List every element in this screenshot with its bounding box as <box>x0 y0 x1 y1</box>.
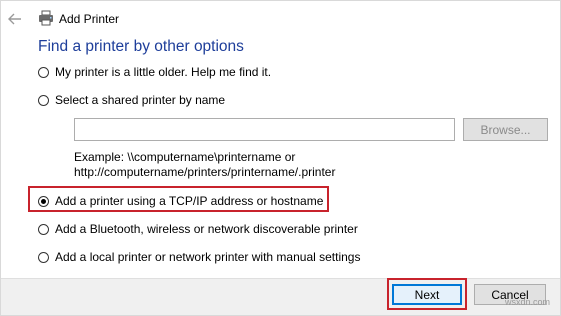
watermark: wsxdn.com <box>505 297 551 307</box>
radio-older-printer[interactable] <box>38 66 49 78</box>
shared-printer-name-input[interactable] <box>74 118 455 141</box>
radio-shared-printer[interactable] <box>38 94 49 106</box>
example-line-2: http://computername/printers/printername… <box>74 165 336 179</box>
next-button[interactable]: Next <box>392 284 462 305</box>
option-tcp-ip-label: Add a printer using a TCP/IP address or … <box>55 194 324 208</box>
option-shared-printer[interactable]: Select a shared printer by name <box>38 93 225 107</box>
option-local-manual[interactable]: Add a local printer or network printer w… <box>38 250 360 264</box>
browse-button[interactable]: Browse... <box>463 118 548 141</box>
option-bluetooth-wireless[interactable]: Add a Bluetooth, wireless or network dis… <box>38 222 358 236</box>
option-tcp-ip[interactable]: Add a printer using a TCP/IP address or … <box>38 194 323 208</box>
page-heading: Find a printer by other options <box>38 38 244 55</box>
radio-local-manual[interactable] <box>38 251 49 263</box>
option-bluetooth-wireless-label: Add a Bluetooth, wireless or network dis… <box>55 222 358 236</box>
option-older-printer[interactable]: My printer is a little older. Help me fi… <box>38 65 271 79</box>
example-text: Example: \\computername\printername or h… <box>74 150 335 180</box>
option-older-printer-label: My printer is a little older. Help me fi… <box>55 65 272 79</box>
option-local-manual-label: Add a local printer or network printer w… <box>55 250 361 264</box>
radio-bluetooth-wireless[interactable] <box>38 223 49 235</box>
printer-icon <box>39 10 53 26</box>
back-arrow-icon[interactable] <box>6 10 24 28</box>
option-shared-printer-label: Select a shared printer by name <box>55 93 226 107</box>
example-line-1: Example: \\computername\printername or <box>74 150 296 164</box>
radio-tcp-ip[interactable] <box>38 195 49 207</box>
window-title: Add Printer <box>59 12 120 26</box>
